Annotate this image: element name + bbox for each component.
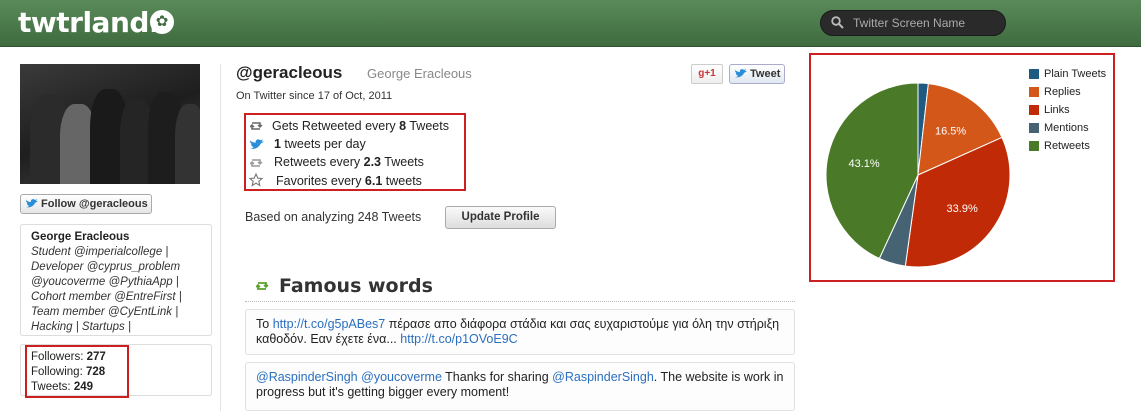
legend-item-links: Links — [1029, 104, 1106, 122]
bio-line: Hacking | Startups | — [31, 321, 131, 333]
legend-swatch — [1029, 87, 1039, 97]
legend-item-mentions: Mentions — [1029, 122, 1106, 140]
tweet-button[interactable]: Tweet — [729, 64, 785, 84]
follow-label: Follow @geracleous — [41, 198, 148, 210]
leaf-icon: ✿ — [150, 10, 174, 34]
column-divider — [220, 64, 221, 411]
legend-swatch — [1029, 69, 1039, 79]
famous-tweet-card: @RaspinderSingh @youcoverme Thanks for s… — [245, 362, 795, 411]
bio-line: Cohort member @EntreFirst | — [31, 291, 182, 303]
legend-item-replies: Replies — [1029, 86, 1106, 104]
twitter-bird-icon — [26, 199, 38, 208]
tweet-text: Το — [256, 317, 273, 331]
follow-button[interactable]: Follow @geracleous — [20, 194, 152, 214]
tweet-type-pie-chart: 16.5% 33.9% 43.1% — [825, 82, 1011, 268]
top-bar: twtrland. ✿ — [0, 0, 1141, 47]
tweet-mention[interactable]: @RaspinderSingh — [552, 370, 654, 384]
metrics-highlight — [244, 113, 466, 191]
tweet-text: Thanks for sharing — [441, 370, 553, 384]
bio-name: George Eracleous — [31, 231, 130, 243]
famous-tweet-card: Το http://t.co/g5pABes7 πέρασε απο διάφο… — [245, 309, 795, 355]
tweet-mention[interactable]: @RaspinderSingh — [256, 370, 358, 384]
analysis-note: Based on analyzing 248 Tweets — [245, 210, 422, 224]
bio-line: @youcoverme @PythiaApp | — [31, 276, 179, 288]
bio-line: Developer @cyprus_problem — [31, 261, 181, 273]
legend-label: Mentions — [1044, 122, 1089, 134]
legend-label: Replies — [1044, 86, 1081, 98]
bio-card: George Eracleous Student @imperialcolleg… — [20, 224, 212, 336]
divider — [245, 301, 795, 302]
twitter-bird-icon — [735, 69, 747, 78]
retweet-icon — [256, 282, 269, 290]
member-since: On Twitter since 17 of Oct, 2011 — [236, 90, 393, 102]
legend-item-plain-tweets: Plain Tweets — [1029, 68, 1106, 86]
famous-words-title: Famous words — [279, 275, 433, 297]
legend-swatch — [1029, 123, 1039, 133]
tweet-link[interactable]: http://t.co/p1OVoE9C — [400, 332, 517, 346]
legend-swatch — [1029, 105, 1039, 115]
tweet-label: Tweet — [750, 68, 781, 80]
search-input[interactable] — [853, 14, 1001, 32]
bio-line: Team member @CyEntLink | — [31, 306, 179, 318]
tweet-mention[interactable]: @youcoverme — [361, 370, 442, 384]
tweet-link[interactable]: http://t.co/g5pABes7 — [273, 317, 386, 331]
legend-label: Plain Tweets — [1044, 68, 1107, 80]
legend-swatch — [1029, 141, 1039, 151]
bio-line: Student @imperialcollege | — [31, 246, 169, 258]
legend-label: Retweets — [1044, 140, 1090, 152]
google-plus-button[interactable]: g+1 — [691, 64, 723, 84]
search-box[interactable] — [820, 10, 1006, 36]
chart-legend: Plain Tweets Replies Links Mentions Retweets — [1029, 68, 1106, 158]
update-profile-button[interactable]: Update Profile — [445, 206, 556, 229]
pie-label-retweets: 43.1% — [848, 158, 879, 170]
profile-name: George Eracleous — [367, 66, 472, 81]
profile-photo — [20, 64, 200, 184]
search-icon — [831, 16, 844, 29]
pie-label-replies: 16.5% — [935, 125, 966, 137]
legend-item-retweets: Retweets — [1029, 140, 1106, 158]
pie-label-links: 33.9% — [947, 203, 978, 215]
legend-label: Links — [1044, 104, 1070, 116]
stats-highlight — [25, 345, 129, 398]
app-logo[interactable]: twtrland. — [18, 6, 160, 39]
profile-handle: @geracleous — [236, 63, 343, 82]
